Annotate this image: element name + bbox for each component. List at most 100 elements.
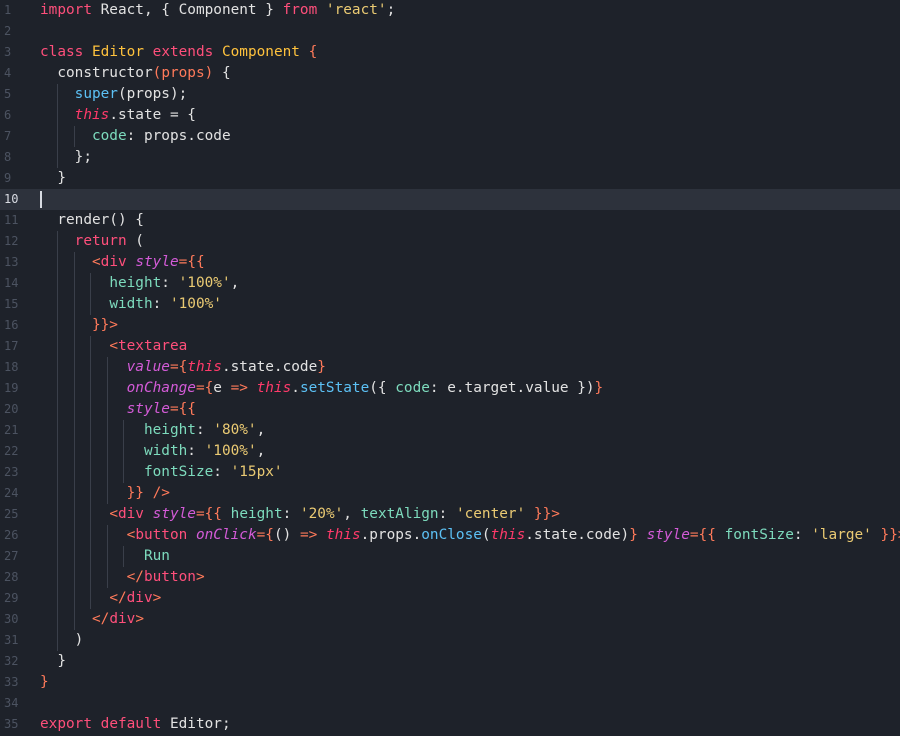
- code-text: <div style={{: [40, 252, 205, 273]
- code-line[interactable]: 13 <div style={{: [0, 252, 900, 273]
- code-text: }}>: [40, 315, 118, 336]
- code-token: this: [187, 359, 222, 375]
- code-line[interactable]: 7 code: props.code: [0, 126, 900, 147]
- code-line[interactable]: 1 import React, { Component } from 'react…: [0, 0, 900, 21]
- code-token: ,: [343, 506, 361, 522]
- text-cursor: [40, 191, 42, 208]
- code-line[interactable]: 25 <div style={{ height: '20%', textAlig…: [0, 504, 900, 525]
- code-text: onChange={e => this.setState({ code: e.t…: [40, 378, 604, 399]
- code-token: ,: [256, 443, 266, 459]
- code-line[interactable]: 20 style={{: [0, 399, 900, 420]
- line-number: 18: [4, 360, 19, 374]
- code-line[interactable]: 24 }} />: [0, 483, 900, 504]
- code-line[interactable]: 30 </div>: [0, 609, 900, 630]
- code-token: '100%': [169, 296, 222, 312]
- code-token: render() {: [40, 212, 144, 228]
- code-token: '20%': [299, 506, 344, 522]
- code-token: extends: [152, 44, 214, 60]
- code-line[interactable]: 28 </button>: [0, 567, 900, 588]
- code-line[interactable]: 34: [0, 693, 900, 714]
- code-token: <: [91, 254, 101, 270]
- code-line[interactable]: 18 value={this.state.code}: [0, 357, 900, 378]
- code-token: : props.: [126, 128, 196, 144]
- code-token: ={{: [689, 527, 716, 543]
- code-text: <button onClick={() => this.props.onClos…: [40, 525, 900, 546]
- code-token: :: [282, 506, 300, 522]
- code-token: onChange: [126, 380, 196, 396]
- code-line[interactable]: 3 class Editor extends Component {: [0, 42, 900, 63]
- code-token: : e.target.value }): [429, 380, 595, 396]
- code-line[interactable]: 33}: [0, 672, 900, 693]
- code-line[interactable]: 11 render() {: [0, 210, 900, 231]
- line-number: 30: [4, 612, 19, 626]
- line-number: 20: [4, 402, 19, 416]
- code-line[interactable]: 9 }: [0, 168, 900, 189]
- code-text: <div style={{ height: '20%', textAlign: …: [40, 504, 560, 525]
- code-token: :: [187, 443, 205, 459]
- code-token: }: [317, 359, 326, 375]
- code-text: class Editor extends Component {: [40, 42, 317, 63]
- code-token: ;: [386, 2, 396, 18]
- code-token: >: [195, 569, 205, 585]
- code-token: ={: [169, 359, 188, 375]
- code-token: </: [126, 569, 144, 585]
- code-text: constructor(props) {: [40, 63, 230, 84]
- code-text: height: '80%',: [40, 420, 265, 441]
- code-line[interactable]: 4 constructor(props) {: [0, 63, 900, 84]
- code-line[interactable]: 10: [0, 189, 900, 210]
- code-token: code: [282, 359, 318, 375]
- code-token: .state = {: [109, 107, 196, 123]
- code-line[interactable]: 5 super(props);: [0, 84, 900, 105]
- code-line[interactable]: 32 }: [0, 651, 900, 672]
- code-token: props: [161, 65, 205, 81]
- code-token: Component: [221, 44, 300, 60]
- code-text: }: [40, 672, 49, 693]
- code-text: value={this.state.code}: [40, 357, 326, 378]
- line-number: 2: [4, 24, 12, 38]
- code-token: :: [213, 464, 231, 480]
- code-line[interactable]: 8 };: [0, 147, 900, 168]
- code-token: import: [40, 2, 92, 18]
- code-line[interactable]: 19 onChange={e => this.setState({ code: …: [0, 378, 900, 399]
- line-number: 27: [4, 549, 19, 563]
- code-line[interactable]: 31 ): [0, 630, 900, 651]
- code-token: }}>: [91, 317, 118, 333]
- code-token: :: [195, 422, 214, 438]
- code-line[interactable]: 23 fontSize: '15px': [0, 462, 900, 483]
- code-token: div: [100, 254, 127, 270]
- code-line[interactable]: 15 width: '100%': [0, 294, 900, 315]
- code-line[interactable]: 26 <button onClick={() => this.props.onC…: [0, 525, 900, 546]
- code-token: code: [395, 380, 430, 396]
- code-line[interactable]: 27 Run: [0, 546, 900, 567]
- code-token: height: [230, 506, 283, 522]
- code-line[interactable]: 29 </div>: [0, 588, 900, 609]
- code-token: >: [135, 611, 144, 627]
- code-text: height: '100%',: [40, 273, 239, 294]
- code-line[interactable]: 14 height: '100%',: [0, 273, 900, 294]
- code-token: style: [646, 527, 690, 543]
- code-token: ({: [369, 380, 396, 396]
- code-line[interactable]: 2: [0, 21, 900, 42]
- code-text: render() {: [40, 210, 144, 231]
- code-line[interactable]: 35 export default Editor;: [0, 714, 900, 735]
- code-editor[interactable]: 1 import React, { Component } from 'react…: [0, 0, 900, 736]
- code-line[interactable]: 17 <textarea: [0, 336, 900, 357]
- code-text: width: '100%': [40, 294, 222, 315]
- code-line[interactable]: 12 return (: [0, 231, 900, 252]
- code-token: }: [629, 527, 638, 543]
- code-text: ): [40, 630, 84, 651]
- code-token: 'large': [811, 527, 872, 543]
- code-line[interactable]: 6 this.state = {: [0, 105, 900, 126]
- code-token: }}>: [533, 506, 560, 522]
- code-line[interactable]: 16 }}>: [0, 315, 900, 336]
- code-token: '100%': [204, 443, 257, 459]
- code-token: :: [161, 275, 179, 291]
- code-line[interactable]: 22 width: '100%',: [0, 441, 900, 462]
- code-line[interactable]: 21 height: '80%',: [0, 420, 900, 441]
